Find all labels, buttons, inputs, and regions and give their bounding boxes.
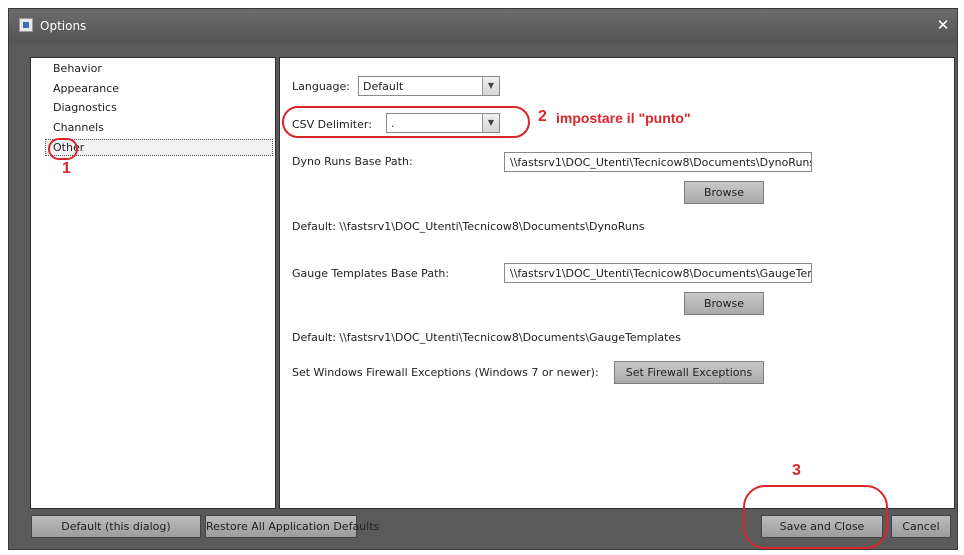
annotation-number-3: 3 [792, 462, 801, 479]
sidebar-item-diagnostics[interactable]: Diagnostics [53, 101, 117, 114]
default-dialog-button[interactable]: Default (this dialog) [31, 515, 201, 538]
cancel-button[interactable]: Cancel [891, 515, 951, 538]
chevron-down-icon[interactable]: ▼ [482, 77, 499, 95]
gauge-path-value: \\fastsrv1\DOC_Utenti\Tecnicow8\Document… [510, 267, 811, 280]
category-list: Behavior Appearance Diagnostics Channels… [30, 57, 276, 509]
gauge-default-text: Default: \\fastsrv1\DOC_Utenti\Tecnicow8… [292, 331, 681, 344]
dyno-path-label: Dyno Runs Base Path: [292, 155, 413, 168]
sidebar-item-channels[interactable]: Channels [53, 121, 104, 134]
annotation-number-1: 1 [62, 160, 71, 177]
app-icon [19, 18, 33, 32]
dyno-path-value: \\fastsrv1\DOC_Utenti\Tecnicow8\Document… [510, 156, 812, 169]
language-value: Default [363, 80, 404, 93]
dyno-path-field[interactable]: \\fastsrv1\DOC_Utenti\Tecnicow8\Document… [504, 152, 812, 172]
annotation-oval-1 [48, 138, 78, 160]
sidebar-item-appearance[interactable]: Appearance [53, 82, 119, 95]
annotation-oval-3 [743, 485, 888, 549]
language-label: Language: [292, 80, 350, 93]
gauge-browse-button[interactable]: Browse [684, 292, 764, 315]
language-select[interactable]: Default ▼ [358, 76, 500, 96]
firewall-label: Set Windows Firewall Exceptions (Windows… [292, 366, 599, 379]
annotation-oval-2 [282, 106, 530, 138]
sidebar-item-behavior[interactable]: Behavior [53, 62, 102, 75]
dyno-default-text: Default: \\fastsrv1\DOC_Utenti\Tecnicow8… [292, 220, 645, 233]
restore-defaults-button[interactable]: Restore All Application Defaults [205, 515, 379, 538]
gauge-path-label: Gauge Templates Base Path: [292, 267, 450, 280]
close-icon[interactable]: ✕ [935, 17, 951, 33]
options-dialog: Options ✕ Behavior Appearance Diagnostic… [8, 8, 958, 550]
annotation-number-2: 2 [538, 108, 547, 125]
window-title: Options [40, 19, 87, 33]
annotation-text-2: impostare il "punto" [556, 110, 691, 126]
title-bar: Options ✕ [9, 9, 957, 43]
set-firewall-button[interactable]: Set Firewall Exceptions [614, 361, 764, 384]
dyno-browse-button[interactable]: Browse [684, 181, 764, 204]
gauge-path-field[interactable]: \\fastsrv1\DOC_Utenti\Tecnicow8\Document… [504, 263, 812, 283]
